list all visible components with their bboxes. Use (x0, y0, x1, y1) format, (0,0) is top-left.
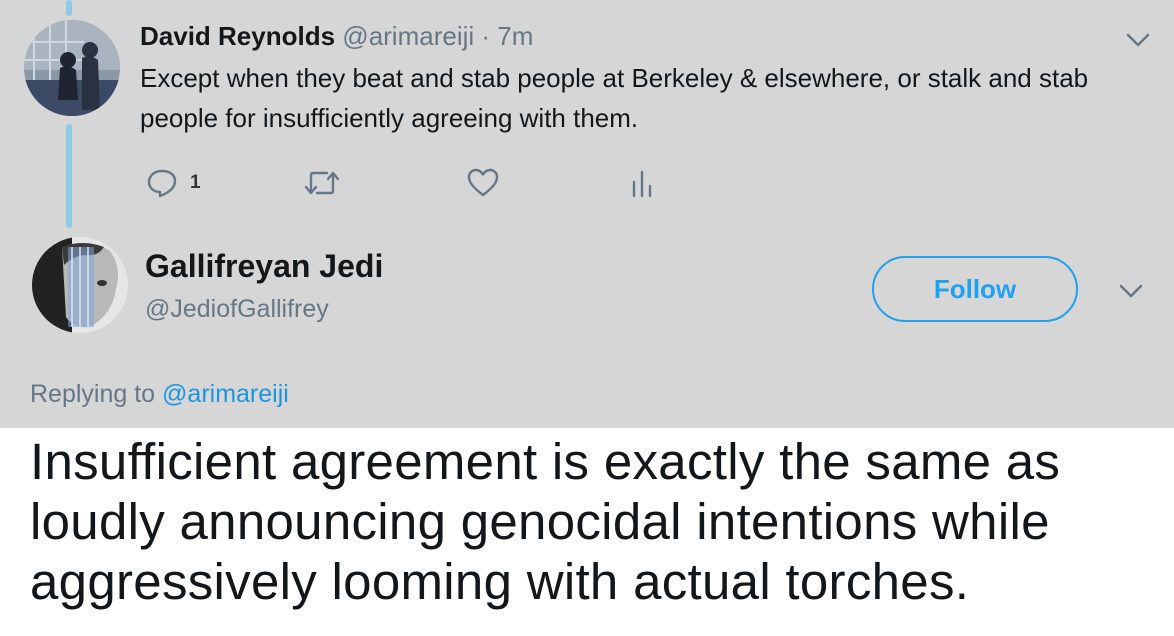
heart-icon (467, 168, 499, 198)
thread-line-connector (66, 124, 72, 228)
avatar-david-reynolds[interactable] (24, 20, 120, 116)
parent-tweet-author-handle[interactable]: @arimareiji (342, 21, 474, 51)
thread-line-top (66, 0, 72, 16)
retweet-icon (303, 168, 341, 198)
replying-to-line: Replying to @arimareiji (30, 379, 289, 409)
like-button[interactable] (467, 168, 499, 198)
avatar-image (24, 20, 120, 116)
reply-count: 1 (190, 172, 201, 193)
reply-icon (146, 168, 178, 198)
main-tweet-text: Insufficient agreement is exactly the sa… (30, 433, 1061, 610)
follow-button[interactable]: Follow (872, 256, 1078, 322)
avatar-gallifreyan-jedi[interactable] (32, 237, 128, 333)
parent-tweet-text: Except when they beat and stab people at… (140, 63, 1089, 133)
parent-tweet-separator: · (481, 21, 491, 51)
main-tweet-author-name[interactable]: Gallifreyan Jedi (145, 247, 383, 285)
replying-to-mention[interactable]: @arimareiji (162, 380, 289, 408)
analytics-button[interactable] (630, 168, 654, 198)
main-tweet-author-handle[interactable]: @JediofGallifrey (145, 294, 329, 324)
parent-tweet-timestamp[interactable]: 7m (497, 21, 533, 51)
reply-button[interactable]: 1 (146, 168, 201, 198)
chevron-down-icon[interactable] (1117, 277, 1145, 305)
parent-tweet-header: David Reynolds @arimareiji · 7m (140, 20, 533, 52)
analytics-icon (630, 168, 654, 198)
parent-tweet-author-name[interactable]: David Reynolds (140, 21, 335, 51)
chevron-down-icon[interactable] (1124, 26, 1152, 54)
avatar-image (32, 237, 128, 333)
replying-to-label: Replying to (30, 380, 156, 408)
retweet-button[interactable] (303, 168, 341, 198)
